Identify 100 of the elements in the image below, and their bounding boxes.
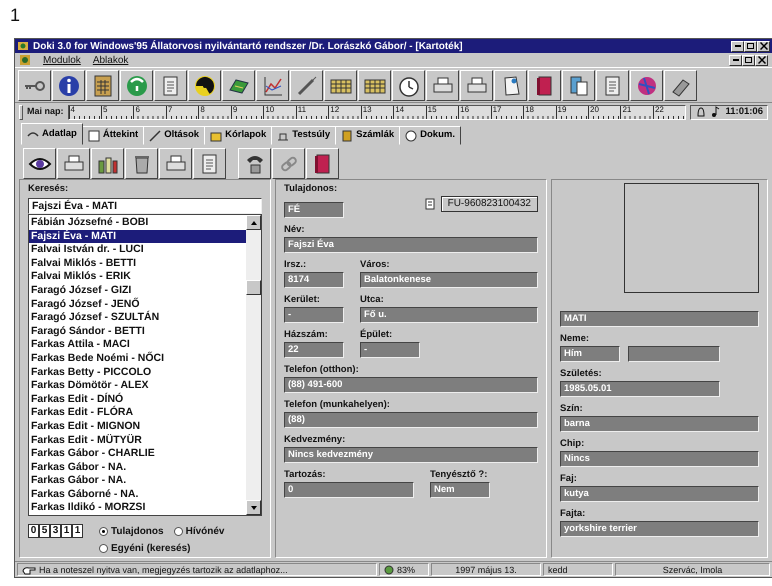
restore-button[interactable] <box>742 54 755 66</box>
value-field[interactable]: Nincs <box>560 451 759 467</box>
printer-button[interactable] <box>426 70 459 101</box>
list-item[interactable]: Farkas Edit - MÜTYÜR <box>29 434 246 448</box>
search-field[interactable]: Fajszi Éva - MATI <box>28 198 262 214</box>
printer-button[interactable] <box>460 70 493 101</box>
scroll-thumb[interactable] <box>246 280 261 295</box>
list-item[interactable]: Farkas Bede Noémi - NŐCI <box>29 352 246 366</box>
syringe-button[interactable] <box>290 70 323 101</box>
book-button[interactable] <box>306 148 339 179</box>
list-item[interactable]: Farkas Gábor - CHARLIE <box>29 447 246 461</box>
value-field[interactable]: MATI <box>560 311 759 327</box>
document-button[interactable] <box>193 148 226 179</box>
list-item[interactable]: Farkas Dömötör - ALEX <box>29 379 246 393</box>
list-item[interactable]: Farkas Ildikó - MORZSI <box>29 501 246 516</box>
value-field[interactable]: 1985.05.01 <box>560 381 720 397</box>
list-item[interactable]: Farkas Gábor - NA. <box>29 474 246 488</box>
value-field[interactable]: Fő u. <box>360 307 538 323</box>
list-item[interactable]: Falvai Miklós - BETTI <box>29 256 246 270</box>
id-field[interactable]: FU-960823100432 <box>440 196 538 212</box>
value-field[interactable]: Nincs kedvezmény <box>284 447 538 463</box>
tab[interactable]: Oltások <box>143 126 206 145</box>
info-button[interactable] <box>52 70 85 101</box>
value-field[interactable]: Balatonkenese <box>360 272 538 288</box>
value-field[interactable]: yorkshire terrier <box>560 521 759 537</box>
value-field[interactable]: Hím <box>560 346 620 362</box>
value-field[interactable]: (88) 491-600 <box>284 377 538 393</box>
bottles-button[interactable] <box>91 148 124 179</box>
link-button[interactable] <box>272 148 305 179</box>
book-button[interactable] <box>528 70 561 101</box>
list-item[interactable]: Falvai István dr. - LUCI <box>29 243 246 257</box>
calculator-button[interactable] <box>86 70 119 101</box>
trash-button[interactable] <box>125 148 158 179</box>
page-icon <box>88 130 100 142</box>
document-button[interactable] <box>154 70 187 101</box>
tab[interactable]: Kórlapok <box>204 126 272 145</box>
list-item[interactable]: Faragó Sándor - BETTI <box>29 324 246 338</box>
list-item[interactable]: Farkas Gáborné - NA. <box>29 488 246 502</box>
list-item[interactable]: Fajszi Éva - MATI <box>29 230 246 244</box>
radio-option[interactable]: Tulajdonos <box>99 524 164 539</box>
list-item[interactable]: Falvai Miklós - ERIK <box>29 270 246 284</box>
value-field[interactable]: FÉ <box>284 202 344 218</box>
minimize-button[interactable] <box>729 54 742 66</box>
chart-button[interactable] <box>256 70 289 101</box>
tab[interactable]: Testsúly <box>271 126 336 145</box>
ball-button[interactable] <box>630 70 663 101</box>
close-button[interactable] <box>757 40 770 52</box>
value-field[interactable]: - <box>284 307 344 323</box>
value-field[interactable]: 0 <box>284 482 414 498</box>
list-item[interactable]: Faragó József - SZULTÁN <box>29 311 246 325</box>
value-field[interactable]: - <box>360 342 420 358</box>
menu-item[interactable]: Ablakok <box>92 52 128 68</box>
field-label: Neme: <box>560 333 590 344</box>
value-field[interactable]: Fajszi Éva <box>284 237 538 253</box>
value-field[interactable]: 22 <box>284 342 344 358</box>
document-button[interactable] <box>596 70 629 101</box>
value-field[interactable]: 8174 <box>284 272 344 288</box>
list-item[interactable]: Farkas Edit - MIGNON <box>29 420 246 434</box>
clock-button[interactable] <box>392 70 425 101</box>
minimize-button[interactable] <box>731 40 744 52</box>
value-field[interactable]: (88) <box>284 412 538 428</box>
tab[interactable]: Adatlap <box>21 123 83 145</box>
empty-field[interactable] <box>628 346 720 362</box>
restore-icon <box>745 57 752 63</box>
paper-button[interactable] <box>494 70 527 101</box>
list-item[interactable]: Farkas Edit - FLÓRA <box>29 406 246 420</box>
table-button[interactable] <box>324 70 357 101</box>
day-ruler[interactable]: 4 5 6 7 8 9 10 11 12 13 14 15 16 17 18 19 20 21 22 <box>68 104 686 120</box>
eye-button[interactable] <box>23 148 56 179</box>
list-item[interactable]: Farkas Betty - PICCOLO <box>29 366 246 380</box>
radio-option[interactable]: Egyéni (keresés) <box>99 541 190 556</box>
value-field[interactable]: kutya <box>560 486 759 502</box>
notepad-button[interactable] <box>562 70 595 101</box>
field-label: Telefon (otthon): <box>284 364 360 375</box>
list-item[interactable]: Farkas Edit - DÍNÓ <box>29 392 246 406</box>
tool-button[interactable] <box>664 70 697 101</box>
value-field[interactable]: Nem <box>430 482 490 498</box>
list-item[interactable]: Fábián Józsefné - BOBI <box>29 216 246 230</box>
list-item[interactable]: Farkas Attila - MACI <box>29 338 246 352</box>
radio-option[interactable]: Hívónév <box>174 524 224 539</box>
table-button[interactable] <box>358 70 391 101</box>
printer-button[interactable] <box>159 148 192 179</box>
list-item[interactable]: Faragó József - JENŐ <box>29 298 246 312</box>
scroll-up-button[interactable] <box>246 215 261 230</box>
tab[interactable]: Számlák <box>335 126 400 145</box>
close-button[interactable] <box>755 54 768 66</box>
printer-button[interactable] <box>57 148 90 179</box>
value-field[interactable]: barna <box>560 416 759 432</box>
menu-item[interactable]: Modulok <box>43 52 81 68</box>
day-number: 4 <box>68 106 101 118</box>
radiation-button[interactable] <box>188 70 221 101</box>
map-button[interactable] <box>222 70 255 101</box>
key-button[interactable] <box>18 70 51 101</box>
list-item[interactable]: Farkas Gábor - NA. <box>29 460 246 474</box>
globe-button[interactable] <box>120 70 153 101</box>
scroll-down-button[interactable] <box>246 500 261 515</box>
list-item[interactable]: Faragó József - GIZI <box>29 284 246 298</box>
phone-button[interactable] <box>238 148 271 179</box>
tab[interactable]: Dokum. <box>399 126 461 145</box>
restore-button[interactable] <box>744 40 757 52</box>
